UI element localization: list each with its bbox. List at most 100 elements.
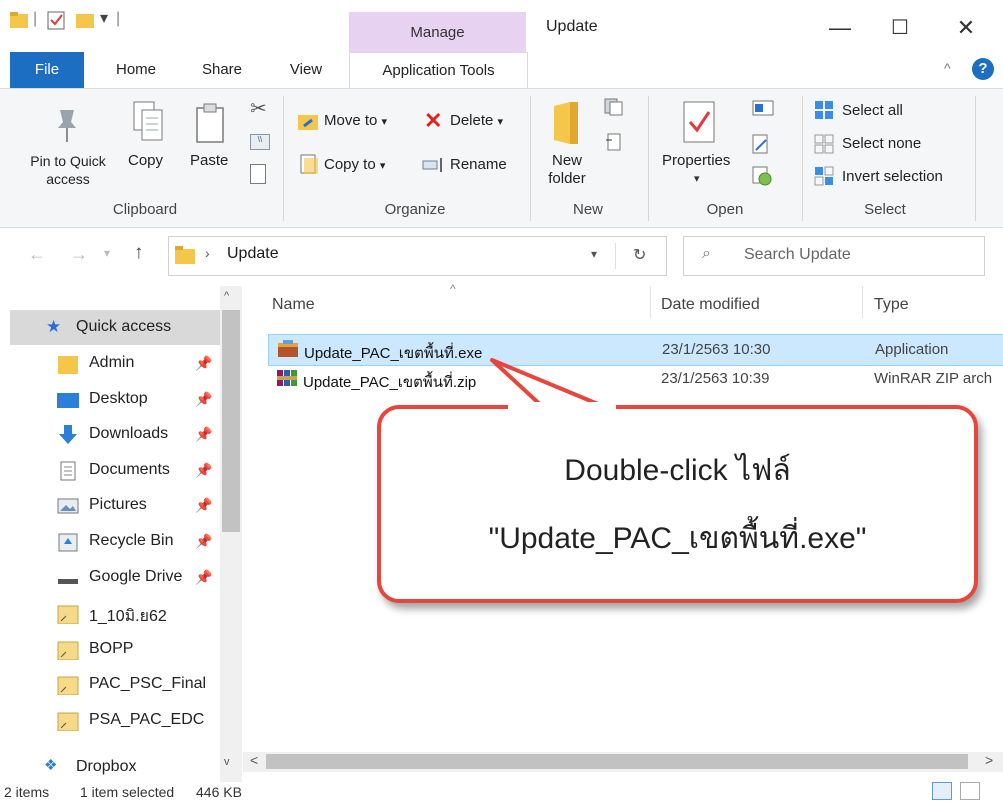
sidebar-item-pictures[interactable]: Pictures 📌 <box>0 488 220 523</box>
qat-dropdown-icon[interactable]: ▾ <box>100 8 108 28</box>
breadcrumb-chevron-icon[interactable]: › <box>205 245 210 261</box>
easy-access-icon[interactable] <box>604 132 624 152</box>
sidebar-item-documents[interactable]: Documents 📌 <box>0 453 220 488</box>
invert-selection-button[interactable]: Invert selection <box>842 168 943 185</box>
refresh-icon[interactable]: ↻ <box>633 245 646 265</box>
up-arrow-icon[interactable]: ↑ <box>134 242 144 264</box>
copy-button[interactable]: Copy <box>128 152 163 169</box>
pin-icon[interactable]: 📌 <box>195 391 212 408</box>
installer-icon <box>277 340 299 358</box>
move-to-button[interactable]: Move to ▾ <box>324 112 387 129</box>
sidebar-item-google-drive[interactable]: Google Drive 📌 <box>0 560 220 595</box>
close-button[interactable]: ✕ <box>938 8 994 48</box>
select-all-icon <box>814 100 834 120</box>
tab-file[interactable]: File <box>10 52 84 88</box>
forward-arrow-icon[interactable]: → <box>70 244 88 265</box>
column-header-date[interactable]: Date modified <box>661 296 760 326</box>
open-icon[interactable] <box>752 100 774 116</box>
drive-icon <box>56 568 80 588</box>
copy-path-icon[interactable]: \\ <box>250 134 270 150</box>
address-dropdown-icon[interactable]: ▾ <box>591 247 597 261</box>
address-bar[interactable]: › Update ▾ ↻ <box>168 236 667 276</box>
sidebar-item-label: Admin <box>89 354 135 371</box>
pin-icon[interactable]: 📌 <box>195 426 212 443</box>
help-icon[interactable]: ? <box>972 58 994 80</box>
sidebar-item-downloads[interactable]: Downloads 📌 <box>0 417 220 452</box>
sidebar-item-recycle-bin[interactable]: Recycle Bin 📌 <box>0 524 220 559</box>
folder-icon <box>56 354 80 374</box>
properties-icon <box>682 100 716 144</box>
properties-button[interactable]: Properties <box>662 152 730 169</box>
column-header-name[interactable]: Name <box>272 296 315 326</box>
column-divider <box>650 286 651 318</box>
pin-icon[interactable]: 📌 <box>195 497 212 514</box>
nav-scroll-thumb[interactable] <box>222 310 240 532</box>
scroll-right-icon[interactable]: > <box>985 752 993 768</box>
horizontal-scroll-thumb[interactable] <box>266 754 968 769</box>
breadcrumb-update[interactable]: Update <box>227 245 279 263</box>
status-selection: 1 item selected <box>80 784 175 800</box>
sidebar-item-pac-psc-final[interactable]: PAC_PSC_Final <box>0 667 220 702</box>
column-header-type[interactable]: Type <box>874 296 909 326</box>
sidebar-item-label: PSA_PAC_EDC <box>89 711 205 728</box>
properties-dropdown-icon[interactable]: ▾ <box>694 172 700 185</box>
sidebar-item-dropbox[interactable]: ❖ Dropbox <box>40 752 220 782</box>
window-title: Update <box>546 18 598 35</box>
tab-application-tools[interactable]: Application Tools <box>349 52 528 89</box>
large-icons-view-icon[interactable] <box>960 782 980 800</box>
qat-separator: | <box>33 10 38 27</box>
file-row-zip[interactable]: Update_PAC_เขตพื้นที่.zip 23/1/2563 10:3… <box>268 364 1002 394</box>
tab-home[interactable]: Home <box>104 52 168 88</box>
paste-shortcut-icon[interactable] <box>250 164 266 184</box>
pin-icon[interactable]: 📌 <box>195 569 212 586</box>
tab-view[interactable]: View <box>278 52 334 88</box>
delete-button[interactable]: Delete ▾ <box>450 112 503 129</box>
maximize-button[interactable]: ☐ <box>872 8 928 48</box>
new-item-icon[interactable] <box>604 98 624 116</box>
status-item-count: 2 items <box>4 784 50 800</box>
new-folder-button[interactable]: New folder <box>542 152 592 188</box>
select-none-button[interactable]: Select none <box>842 135 921 152</box>
collapse-ribbon-icon[interactable]: ^ <box>944 60 951 76</box>
file-date: 23/1/2563 10:39 <box>661 370 770 387</box>
minimize-button[interactable]: — <box>812 8 868 48</box>
rename-button[interactable]: Rename <box>450 156 507 173</box>
sidebar-item-label: PAC_PSC_Final <box>89 675 207 692</box>
download-arrow-icon <box>56 425 80 445</box>
sidebar-item-bopp[interactable]: BOPP <box>0 632 220 667</box>
search-input[interactable]: Search Update <box>744 246 851 264</box>
cut-icon[interactable]: ✂ <box>250 96 267 121</box>
pin-to-quick-access-button[interactable]: Pin to Quick access <box>20 152 116 188</box>
search-box[interactable]: ⌕ Search Update <box>683 236 985 276</box>
history-icon[interactable] <box>752 166 772 186</box>
scroll-down-icon[interactable]: v <box>224 756 230 768</box>
move-to-icon <box>298 112 318 130</box>
tab-share[interactable]: Share <box>192 52 252 88</box>
pin-icon[interactable]: 📌 <box>195 533 212 550</box>
sidebar-item-desktop[interactable]: Desktop 📌 <box>0 382 220 417</box>
open-group-label: Open <box>706 201 744 218</box>
sidebar-item-1-10[interactable]: 1_10มิ.ย62 <box>0 596 220 631</box>
select-none-icon <box>814 134 834 154</box>
scroll-left-icon[interactable]: < <box>250 752 258 768</box>
sidebar-item-admin[interactable]: Admin 📌 <box>0 346 220 381</box>
new-folder-qat-icon[interactable] <box>76 12 94 28</box>
properties-qat-icon[interactable] <box>46 10 66 30</box>
recent-locations-icon[interactable]: ▾ <box>104 246 110 260</box>
ribbon-separator <box>530 96 531 221</box>
details-view-icon[interactable] <box>932 782 952 800</box>
star-icon: ★ <box>46 317 62 336</box>
sidebar-item-label: Desktop <box>89 390 148 407</box>
edit-icon[interactable] <box>752 134 770 154</box>
copy-to-button[interactable]: Copy to ▾ <box>324 156 385 173</box>
sidebar-item-quick-access[interactable]: ★ Quick access <box>10 310 220 345</box>
select-all-button[interactable]: Select all <box>842 102 903 119</box>
pin-icon[interactable]: 📌 <box>195 462 212 479</box>
file-row-exe[interactable]: Update_PAC_เขตพื้นที่.exe 23/1/2563 10:3… <box>268 334 1003 366</box>
scroll-up-icon[interactable]: ^ <box>224 290 229 302</box>
pin-icon[interactable]: 📌 <box>195 355 212 372</box>
sidebar-item-psa-pac-edc[interactable]: PSA_PAC_EDC <box>0 703 220 738</box>
ribbon-separator <box>975 96 976 221</box>
back-arrow-icon[interactable]: ← <box>28 244 46 265</box>
paste-button[interactable]: Paste <box>190 152 228 169</box>
